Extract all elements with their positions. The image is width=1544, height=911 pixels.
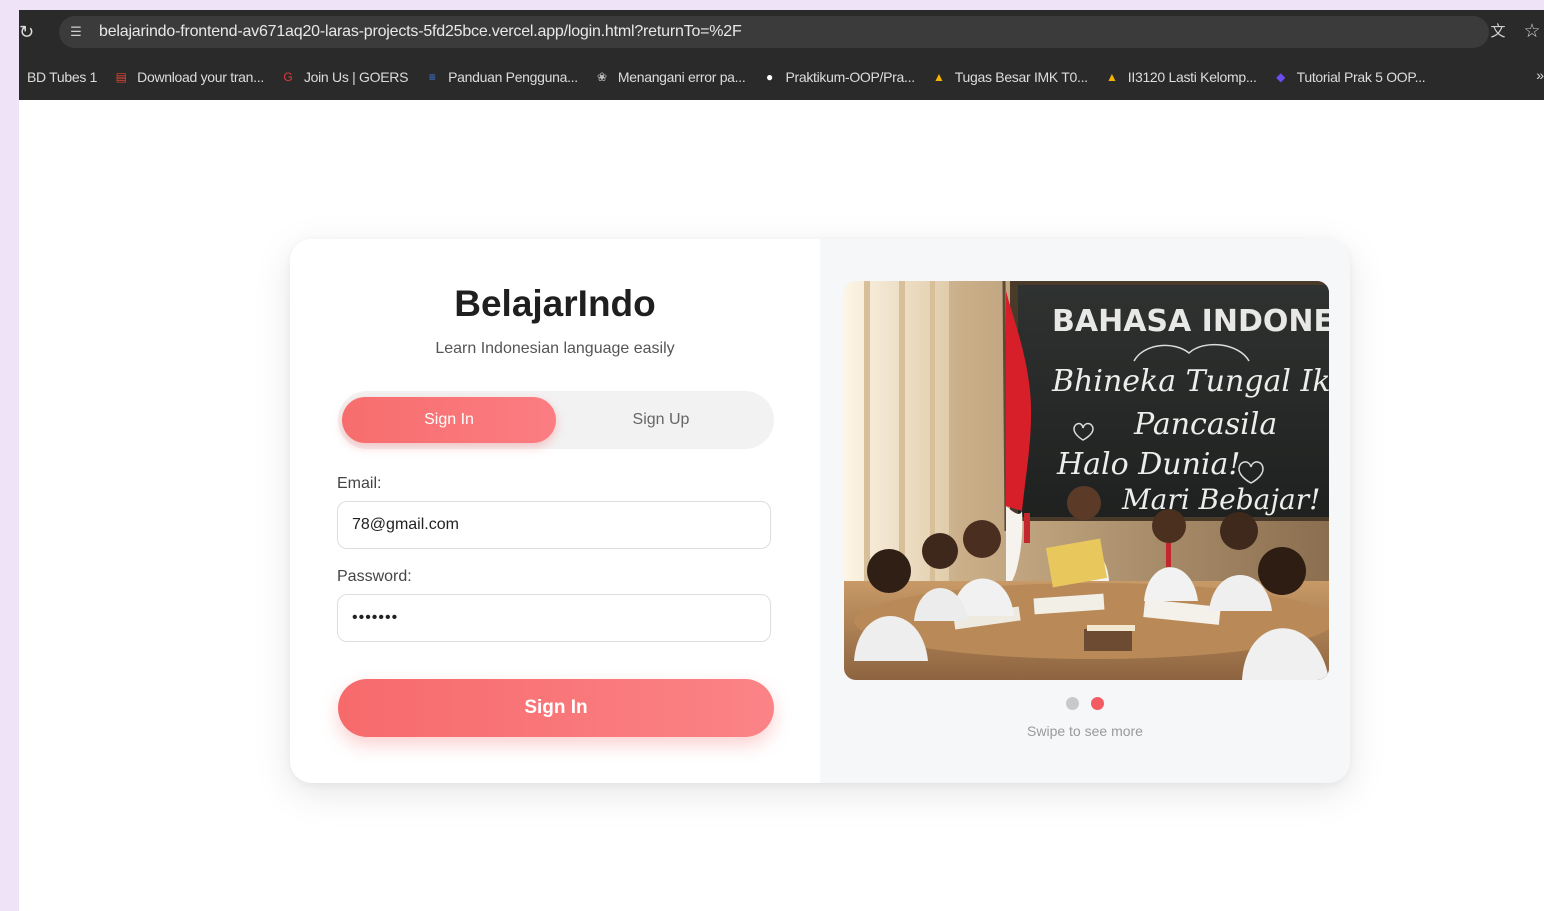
bookmark-item[interactable]: ▲ II3120 Lasti Kelomp...	[1096, 63, 1265, 91]
password-label: Password:	[337, 568, 412, 585]
carousel-dot[interactable]	[1091, 697, 1104, 710]
bookmark-label: Join Us | GOERS	[303, 69, 409, 85]
bookmark-label: II3120 Lasti Kelomp...	[1127, 69, 1257, 85]
bookmark-label: Tugas Besar IMK T0...	[954, 69, 1088, 85]
drive-icon: ▲	[1105, 70, 1118, 84]
password-field[interactable]	[337, 594, 771, 642]
github-icon: ●	[765, 70, 773, 84]
page-content: BelajarIndo Learn Indonesian language ea…	[19, 100, 1544, 911]
email-label: Email:	[337, 475, 382, 492]
bookmark-item[interactable]: ≡ Panduan Pengguna...	[416, 63, 586, 91]
tab-sign-in[interactable]: Sign In	[342, 397, 556, 443]
bookmarks-list: BD Tubes 1 ▤ Download your tran... G Join Us…	[19, 54, 1433, 100]
sign-in-button[interactable]: Sign In	[338, 679, 774, 737]
email-field[interactable]	[337, 501, 771, 549]
drive-icon: ▲	[933, 70, 945, 84]
app-icon: ◆	[1276, 70, 1286, 84]
document-icon: ▤	[115, 70, 127, 84]
site-info-icon[interactable]: ☰	[67, 23, 85, 41]
bookmark-label: Praktikum-OOP/Pra...	[785, 69, 915, 85]
auth-card: BelajarIndo Learn Indonesian language ea…	[290, 239, 1350, 783]
swipe-hint: Swipe to see more	[1027, 723, 1143, 739]
url-text[interactable]: belajarindo-frontend-av671aq20-laras-pro…	[99, 23, 742, 41]
goers-logo-icon: G	[283, 70, 293, 84]
board-line-3: Halo Dunia!	[1056, 447, 1240, 482]
openai-icon: ❀	[596, 70, 607, 84]
bookmark-item[interactable]: ▤ Download your tran...	[105, 63, 272, 91]
board-title: BAHASA INDONESIA	[1052, 304, 1329, 339]
bookmark-item[interactable]: G Join Us | GOERS	[272, 63, 416, 91]
bookmark-label: Menangani error pa...	[617, 69, 746, 85]
carousel-image[interactable]: BAHASA INDONESIA Bhineka Tungal Ika Panc…	[844, 281, 1329, 680]
bookmarks-bar: BD Tubes 1 ▤ Download your tran... G Join Us…	[19, 54, 1544, 101]
login-panel: BelajarIndo Learn Indonesian language ea…	[290, 239, 820, 783]
board-line-1: Bhineka Tungal Ika	[1051, 364, 1329, 399]
carousel-panel: BAHASA INDONESIA Bhineka Tungal Ika Panc…	[820, 239, 1350, 783]
bookmark-item[interactable]: ❀ Menangani error pa...	[586, 63, 754, 91]
bookmark-label: Download your tran...	[137, 69, 264, 85]
bookmark-label: BD Tubes 1	[27, 69, 98, 85]
star-icon[interactable]: ☆	[1522, 21, 1542, 43]
bookmark-item[interactable]: ● Praktikum-OOP/Pra...	[753, 63, 922, 91]
bookmark-item[interactable]: BD Tubes 1	[19, 63, 105, 91]
brand-tagline: Learn Indonesian language easily	[435, 340, 675, 357]
reload-icon[interactable]: ↻	[19, 22, 39, 42]
bookmark-label: Panduan Pengguna...	[448, 69, 578, 85]
bookmark-item[interactable]: ▲ Tugas Besar IMK T0...	[923, 63, 1096, 91]
carousel-dot[interactable]	[1066, 697, 1079, 710]
auth-mode-toggle: Sign In Sign Up	[338, 391, 774, 449]
board-line-4: Mari Bebajar!	[1121, 483, 1320, 516]
browser-window: ↻ ☰ belajarindo-frontend-av671aq20-laras…	[19, 10, 1544, 911]
carousel-dots	[820, 697, 1350, 715]
bookmark-label: Tutorial Prak 5 OOP...	[1296, 69, 1426, 85]
bookmarks-overflow-button[interactable]: »	[1536, 67, 1544, 83]
bookmark-item[interactable]: ◆ Tutorial Prak 5 OOP...	[1265, 63, 1434, 91]
classroom-illustration: BAHASA INDONESIA Bhineka Tungal Ika Panc…	[844, 281, 1329, 680]
tab-sign-up[interactable]: Sign Up	[554, 397, 768, 443]
brand-title: BelajarIndo	[454, 283, 656, 324]
omnibox[interactable]: ☰ belajarindo-frontend-av671aq20-laras-p…	[59, 16, 1489, 48]
docs-icon: ≡	[428, 70, 436, 84]
board-line-2: Pancasila	[1133, 407, 1277, 442]
translate-icon[interactable]: 文	[1488, 22, 1508, 42]
address-bar: ↻ ☰ belajarindo-frontend-av671aq20-laras…	[19, 10, 1544, 54]
